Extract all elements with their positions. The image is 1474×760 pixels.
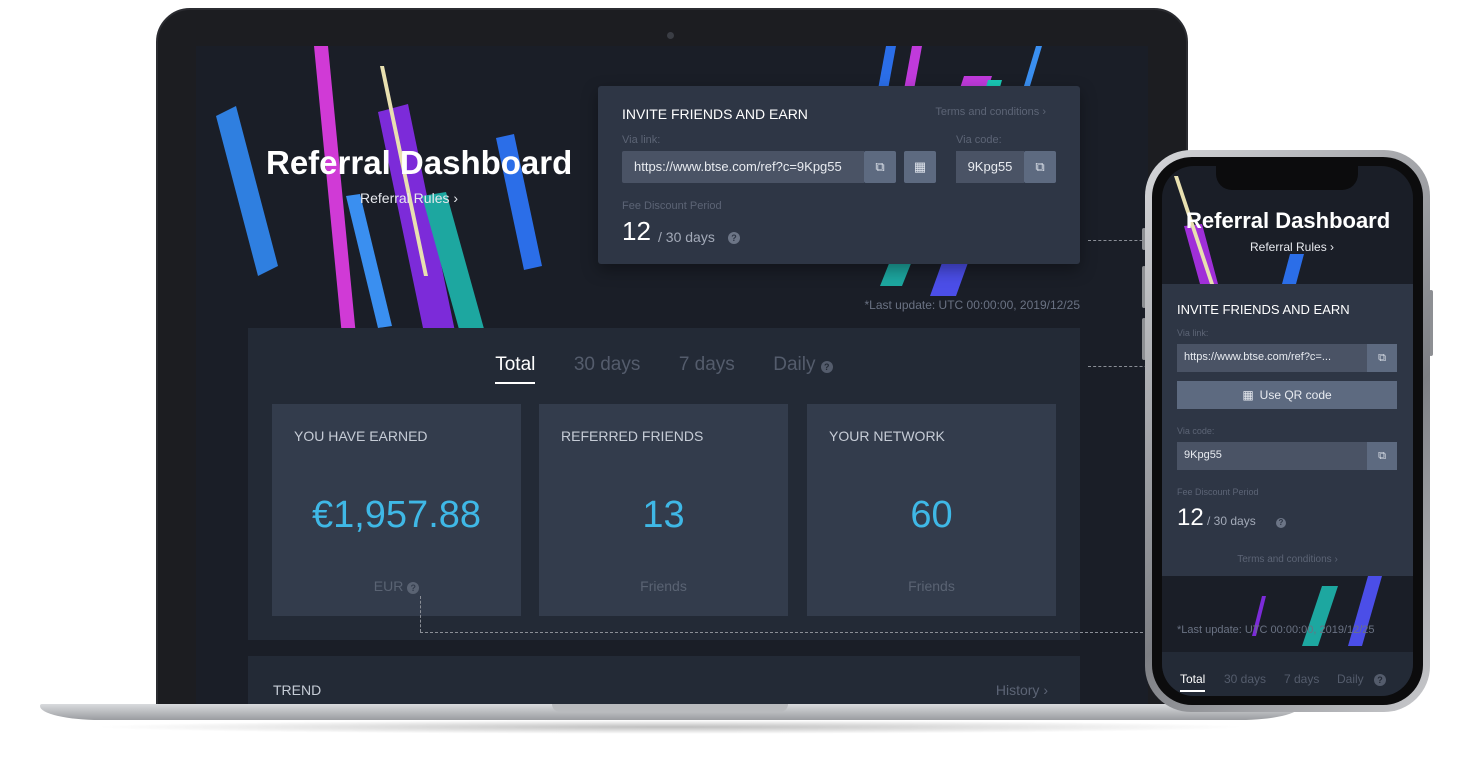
copy-icon: ⧉ xyxy=(1378,351,1386,364)
phone-notch xyxy=(1216,166,1358,190)
help-icon[interactable]: ? xyxy=(728,232,740,244)
referred-friends-unit: Friends xyxy=(640,578,687,594)
mobile-referral-link-field[interactable]: https://www.btse.com/ref?c=... xyxy=(1177,344,1367,372)
copy-code-button[interactable]: ⧉ xyxy=(1024,151,1056,183)
copy-icon: ⧉ xyxy=(875,159,885,174)
camera-dot xyxy=(667,32,674,39)
network-title: YOUR NETWORK xyxy=(829,428,945,444)
phone-screen: Referral Dashboard Referral Rules › INVI… xyxy=(1162,166,1413,696)
network-card: YOUR NETWORK 60 Friends xyxy=(807,404,1056,616)
referred-friends-title: REFERRED FRIENDS xyxy=(561,428,704,444)
referral-code-field[interactable]: 9Kpg55 xyxy=(956,151,1024,183)
page-title: Referral Dashboard xyxy=(266,144,573,181)
trend-title: TREND xyxy=(273,682,322,698)
device-mockup-stage: Referral Dashboard Referral Rules › INVI… xyxy=(0,0,1474,760)
help-icon[interactable]: ? xyxy=(820,361,833,373)
terms-link[interactable]: Terms and conditions › xyxy=(935,106,1046,118)
via-code-label: Via code: xyxy=(956,134,1002,146)
mobile-referral-code-field[interactable]: 9Kpg55 xyxy=(1177,442,1367,470)
via-link-label: Via link: xyxy=(622,134,661,146)
referred-friends-card: REFERRED FRIENDS 13 Friends xyxy=(539,404,788,616)
mobile-copy-code-button[interactable]: ⧉ xyxy=(1367,442,1397,470)
referred-friends-value: 13 xyxy=(642,494,685,536)
last-update-text: *Last update: UTC 00:00:00, 2019/12/25 xyxy=(864,298,1081,312)
earned-unit-label: EUR xyxy=(373,578,404,594)
tab-daily[interactable]: Daily ? xyxy=(773,354,833,376)
history-link[interactable]: History › xyxy=(996,682,1048,698)
qr-code-button[interactable]: ▦ xyxy=(904,151,936,183)
use-qr-code-button[interactable]: ▦ Use QR code xyxy=(1177,381,1397,409)
mobile-tab-daily[interactable]: Daily xyxy=(1337,672,1364,686)
mobile-tab-7-days[interactable]: 7 days xyxy=(1284,672,1319,686)
connector-line xyxy=(420,596,421,632)
help-icon[interactable]: ? xyxy=(1374,674,1386,686)
network-value: 60 xyxy=(910,494,953,536)
mobile-period-tabs: Total 30 days 7 days Daily ? xyxy=(1162,652,1413,696)
earned-unit: EUR ? xyxy=(272,578,521,594)
qr-code-icon: ▦ xyxy=(1242,388,1254,402)
copy-link-button[interactable]: ⧉ xyxy=(864,151,896,183)
tab-7-days[interactable]: 7 days xyxy=(679,354,735,376)
copy-icon: ⧉ xyxy=(1035,159,1045,174)
tab-30-days[interactable]: 30 days xyxy=(574,354,641,376)
connector-line xyxy=(420,632,1158,633)
laptop-screen: Referral Dashboard Referral Rules › INVI… xyxy=(196,46,1148,706)
mobile-tab-30-days[interactable]: 30 days xyxy=(1224,672,1266,686)
mobile-fee-discount-label: Fee Discount Period xyxy=(1177,487,1259,497)
tab-daily-label: Daily xyxy=(773,354,816,375)
mobile-referral-rules-link[interactable]: Referral Rules › xyxy=(1250,240,1334,254)
mobile-fee-days-total: / 30 days xyxy=(1207,514,1256,528)
tab-total[interactable]: Total xyxy=(495,354,536,384)
fee-days-total: / 30 days xyxy=(658,229,715,245)
mobile-page-title: Referral Dashboard xyxy=(1186,208,1391,233)
referral-link-field[interactable]: https://www.btse.com/ref?c=9Kpg55 xyxy=(622,151,864,183)
mobile-fee-days-value: 12 xyxy=(1177,504,1204,531)
period-tabs: Total 30 days 7 days Daily ? xyxy=(248,354,1080,384)
invite-card: INVITE FRIENDS AND EARN Terms and condit… xyxy=(598,86,1080,264)
invite-title: INVITE FRIENDS AND EARN xyxy=(622,106,808,122)
mobile-via-code-label: Via code: xyxy=(1177,426,1215,436)
mobile-invite-title: INVITE FRIENDS AND EARN xyxy=(1177,302,1350,317)
laptop-shadow xyxy=(90,720,1250,734)
help-icon[interactable]: ? xyxy=(1276,518,1286,528)
mobile-invite-card: INVITE FRIENDS AND EARN Via link: https:… xyxy=(1162,284,1413,576)
trend-panel: TREND History › xyxy=(248,656,1080,706)
mobile-tab-total[interactable]: Total xyxy=(1180,672,1206,692)
mobile-copy-link-button[interactable]: ⧉ xyxy=(1367,344,1397,372)
earned-value: €1,957.88 xyxy=(311,494,482,536)
copy-icon: ⧉ xyxy=(1378,449,1386,462)
laptop-notch xyxy=(552,704,788,712)
mobile-via-link-label: Via link: xyxy=(1177,328,1209,338)
qr-code-icon: ▦ xyxy=(913,159,927,174)
use-qr-code-label: Use QR code xyxy=(1259,388,1332,402)
fee-days-value: 12 xyxy=(622,216,651,246)
mobile-terms-link[interactable]: Terms and conditions › xyxy=(1162,554,1413,565)
mobile-last-update-text: *Last update: UTC 00:00:00, 2019/12/25 xyxy=(1177,624,1375,636)
phone-lower-stripes-graphic xyxy=(1252,576,1382,646)
earned-card: YOU HAVE EARNED €1,957.88 EUR ? xyxy=(272,404,521,616)
fee-discount-label: Fee Discount Period xyxy=(622,200,722,212)
help-icon[interactable]: ? xyxy=(407,582,420,594)
referral-rules-link[interactable]: Referral Rules › xyxy=(360,190,458,206)
stats-panel: Total 30 days 7 days Daily ? YOU HAVE EA… xyxy=(248,328,1080,640)
network-unit: Friends xyxy=(908,578,955,594)
earned-title: YOU HAVE EARNED xyxy=(294,428,428,444)
